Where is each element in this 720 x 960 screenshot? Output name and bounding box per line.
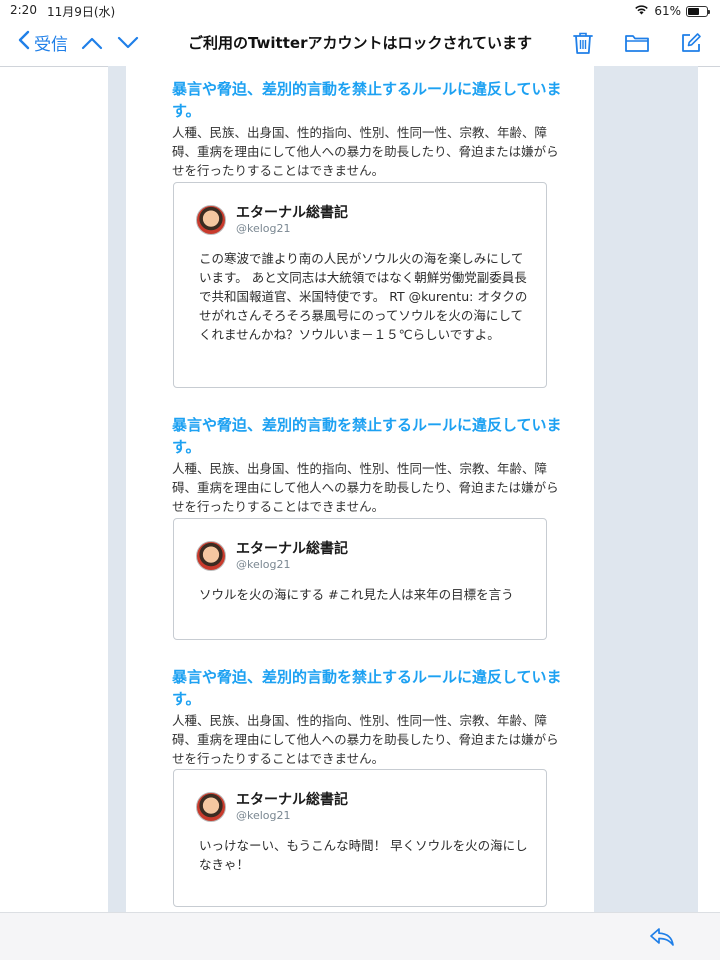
tweet-text: いっけなーい、もうこんな時間！ 早くソウルを火の海にしなきゃ！: [199, 838, 528, 872]
tweet-text: ソウルを火の海にする #これ見た人は来年の目標を言う: [199, 587, 514, 602]
violation-title: 暴言や脅迫、差別的言動を禁止するルールに違反しています。: [172, 416, 562, 456]
status-time: 2:20: [10, 2, 37, 17]
battery-fill: [688, 7, 699, 15]
compose-button[interactable]: [678, 30, 704, 56]
tweet-author-handle: @kelog21: [236, 558, 291, 571]
violation-description: 人種、民族、出身国、性的指向、性別、性同一性、宗教、年齢、障碍、重病を理由にして…: [172, 125, 559, 178]
email-margin-right: [594, 66, 698, 912]
tweet-card: エターナル総書記 @kelog21 いっけなーい、もうこんな時間！ 早くソウルを…: [173, 769, 547, 907]
compose-icon: [682, 33, 701, 52]
chevron-down-icon: [117, 36, 139, 49]
tweet-author-handle: @kelog21: [236, 222, 291, 235]
violation-description: 人種、民族、出身国、性的指向、性別、性同一性、宗教、年齢、障碍、重病を理由にして…: [172, 713, 559, 766]
trash-button[interactable]: [570, 30, 596, 56]
violation-description: 人種、民族、出身国、性的指向、性別、性同一性、宗教、年齢、障碍、重病を理由にして…: [172, 461, 559, 514]
chevron-up-icon: [81, 37, 103, 50]
tweet-card: エターナル総書記 @kelog21 この寒波で誰より南の人民がソウル火の海を楽し…: [173, 182, 547, 388]
battery-percent: 61%: [654, 4, 681, 18]
battery-icon: [686, 5, 710, 17]
folder-icon: [625, 35, 649, 52]
avatar: [196, 541, 226, 571]
back-label: 受信: [34, 35, 68, 55]
avatar: [196, 792, 226, 822]
chevron-left-icon: [18, 30, 30, 55]
violation-title: 暴言や脅迫、差別的言動を禁止するルールに違反しています。: [172, 80, 562, 120]
tweet-author-handle: @kelog21: [236, 809, 291, 822]
reply-icon: [650, 928, 674, 946]
wifi-icon: [634, 4, 649, 18]
bottom-toolbar: [0, 912, 720, 960]
back-to-inbox-button[interactable]: 受信: [18, 30, 68, 55]
tweet-card: エターナル総書記 @kelog21 ソウルを火の海にする #これ見た人は来年の目…: [173, 518, 547, 640]
tweet-author-name: エターナル総書記: [236, 792, 348, 808]
status-date: 11月9日(水): [46, 4, 116, 19]
avatar: [196, 205, 226, 235]
reply-button[interactable]: [648, 923, 676, 951]
status-bar: 2:20 11月9日(水) 61%: [0, 0, 720, 22]
email-content: 暴言や脅迫、差別的言動を禁止するルールに違反しています。 人種、民族、出身国、性…: [126, 66, 594, 912]
email-margin-left: [108, 66, 126, 912]
next-message-button[interactable]: [116, 30, 140, 56]
previous-message-button[interactable]: [80, 30, 104, 56]
tweet-author-name: エターナル総書記: [236, 541, 348, 557]
message-body[interactable]: 暴言や脅迫、差別的言動を禁止するルールに違反しています。 人種、民族、出身国、性…: [0, 66, 720, 912]
trash-icon: [573, 32, 593, 54]
tweet-text: この寒波で誰より南の人民がソウル火の海を楽しみにしています。 あと文同志は大統領…: [199, 251, 528, 342]
mail-nav-bar: 受信 ご利用のTwitterアカウントはロックされています: [0, 22, 720, 66]
move-to-folder-button[interactable]: [624, 30, 650, 56]
tweet-author-name: エターナル総書記: [236, 205, 348, 221]
violation-title: 暴言や脅迫、差別的言動を禁止するルールに違反しています。: [172, 668, 562, 708]
